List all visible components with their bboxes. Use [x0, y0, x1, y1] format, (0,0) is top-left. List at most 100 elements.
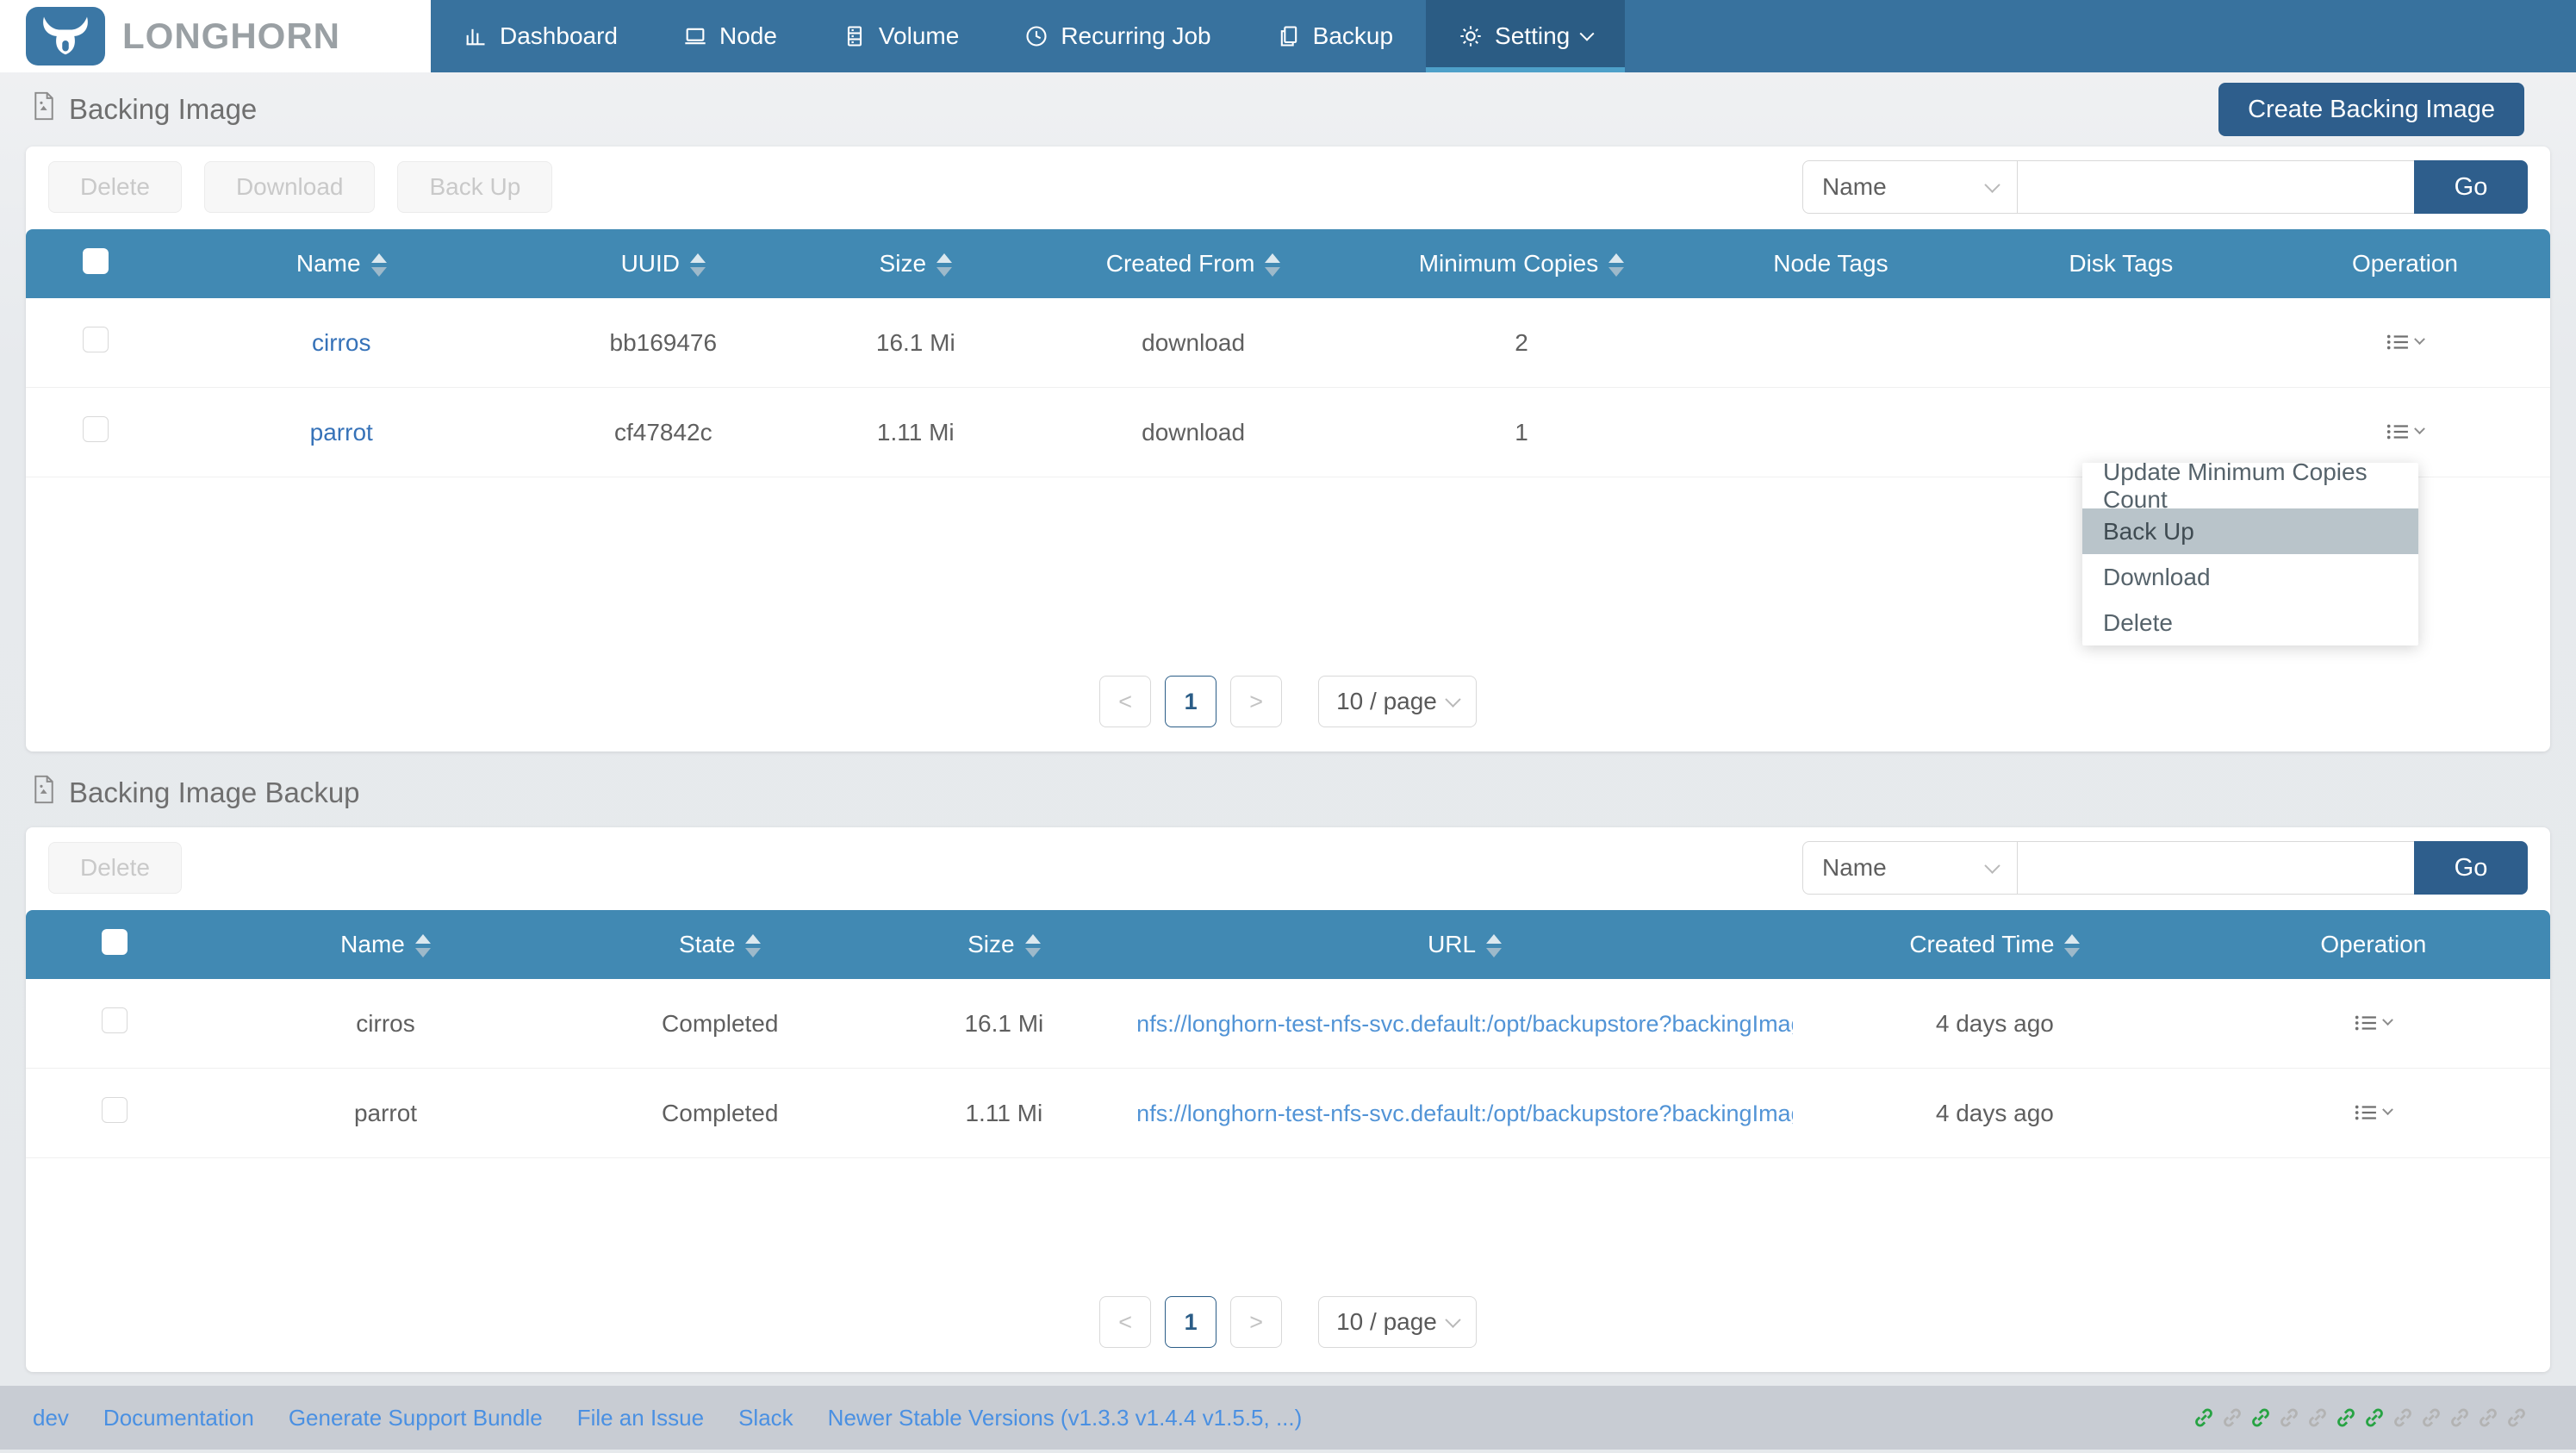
- column-header-state[interactable]: State: [569, 910, 872, 979]
- select-all-checkbox[interactable]: [102, 929, 128, 955]
- nav-item-backup[interactable]: Backup: [1244, 0, 1426, 72]
- footer-link-newer-versions[interactable]: Newer Stable Versions (v1.3.3 v1.4.4 v1.…: [828, 1405, 1303, 1431]
- menu-item-delete[interactable]: Delete: [2082, 600, 2418, 645]
- laptop-icon: [683, 24, 707, 48]
- next-page-button[interactable]: >: [1230, 1296, 1282, 1348]
- column-header-minimum-copies[interactable]: Minimum Copies: [1364, 229, 1679, 298]
- go-button[interactable]: Go: [2414, 841, 2528, 895]
- sort-icon: [2064, 934, 2080, 957]
- menu-item-download[interactable]: Download: [2082, 554, 2418, 600]
- backing-image-backup-table: Name State Size URL Created Time Operati…: [26, 910, 2550, 1158]
- page-size-value: 10 / page: [1336, 688, 1437, 715]
- select-all-checkbox[interactable]: [83, 248, 109, 274]
- column-header-uuid[interactable]: UUID: [518, 229, 808, 298]
- cell-minimum-copies: 1: [1364, 388, 1679, 477]
- chain-link-icon: [2363, 1406, 2386, 1429]
- nav-item-node[interactable]: Node: [650, 0, 810, 72]
- filter-search-input[interactable]: [2018, 841, 2414, 895]
- row-checkbox[interactable]: [83, 327, 109, 352]
- next-page-button[interactable]: >: [1230, 676, 1282, 727]
- menu-item-back-up[interactable]: Back Up: [2082, 508, 2418, 554]
- backing-image-card: Delete Download Back Up Name Go Name UUI…: [26, 147, 2550, 751]
- brand[interactable]: LONGHORN: [0, 0, 431, 72]
- chevron-down-icon: [2383, 1104, 2394, 1115]
- backup-url-link[interactable]: nfs://longhorn-test-nfs-svc.default:/opt…: [1136, 1101, 1793, 1126]
- prev-page-button[interactable]: <: [1099, 1296, 1151, 1348]
- footer-link-support-bundle[interactable]: Generate Support Bundle: [289, 1405, 543, 1431]
- column-header-disk-tags: Disk Tags: [1982, 229, 2260, 298]
- cell-uuid: bb169476: [518, 298, 808, 388]
- menu-item-update-minimum-copies[interactable]: Update Minimum Copies Count: [2082, 463, 2418, 508]
- cell-size: 16.1 Mi: [872, 979, 1137, 1069]
- filter-field-select[interactable]: Name: [1802, 841, 2018, 895]
- chain-link-icon: [2505, 1406, 2528, 1429]
- filter-field-value: Name: [1822, 854, 1887, 882]
- backing-image-name-link[interactable]: parrot: [310, 419, 373, 446]
- chain-link-icon: [2477, 1406, 2499, 1429]
- list-icon: [2355, 1104, 2377, 1121]
- filter-field-select[interactable]: Name: [1802, 160, 2018, 214]
- filter-search-input[interactable]: [2018, 160, 2414, 214]
- chain-link-icon: [2306, 1406, 2329, 1429]
- cell-size: 1.11 Mi: [872, 1069, 1137, 1158]
- longhorn-bull-logo-icon: [26, 7, 105, 65]
- column-header-url[interactable]: URL: [1136, 910, 1793, 979]
- chain-link-icon: [2193, 1406, 2215, 1429]
- row-checkbox[interactable]: [83, 416, 109, 442]
- page-size-select[interactable]: 10 / page: [1318, 1296, 1477, 1348]
- operation-menu-trigger[interactable]: [2386, 423, 2424, 440]
- footer-link-dev[interactable]: dev: [33, 1405, 69, 1431]
- page-title-text: Backing Image: [69, 93, 257, 126]
- file-image-icon: [31, 775, 57, 811]
- nav-item-dashboard[interactable]: Dashboard: [431, 0, 650, 72]
- download-button[interactable]: Download: [204, 161, 376, 213]
- clock-icon: [1024, 24, 1048, 48]
- backup-url-link[interactable]: nfs://longhorn-test-nfs-svc.default:/opt…: [1136, 1011, 1793, 1037]
- row-checkbox[interactable]: [102, 1097, 128, 1123]
- nav-item-volume[interactable]: Volume: [810, 0, 992, 72]
- chain-link-icon: [2448, 1406, 2471, 1429]
- column-header-created-from[interactable]: Created From: [1023, 229, 1364, 298]
- operation-context-menu: Update Minimum Copies Count Back Up Down…: [2082, 463, 2418, 645]
- operation-menu-trigger[interactable]: [2386, 334, 2424, 351]
- current-page-button[interactable]: 1: [1165, 1296, 1216, 1348]
- file-image-icon: [31, 91, 57, 128]
- operation-menu-trigger[interactable]: [2355, 1014, 2392, 1032]
- prev-page-button[interactable]: <: [1099, 676, 1151, 727]
- server-icon: [843, 24, 867, 48]
- nav-item-setting[interactable]: Setting: [1426, 0, 1625, 72]
- chain-link-icon: [2335, 1406, 2357, 1429]
- footer-link-file-issue[interactable]: File an Issue: [577, 1405, 704, 1431]
- column-header-name[interactable]: Name: [202, 910, 569, 979]
- table-header-row: Name State Size URL Created Time Operati…: [26, 910, 2550, 979]
- go-button[interactable]: Go: [2414, 160, 2528, 214]
- column-header-created-time[interactable]: Created Time: [1793, 910, 2197, 979]
- delete-button[interactable]: Delete: [48, 842, 182, 894]
- chain-link-icon: [2278, 1406, 2300, 1429]
- page-size-value: 10 / page: [1336, 1308, 1437, 1336]
- current-page-button[interactable]: 1: [1165, 676, 1216, 727]
- footer: dev Documentation Generate Support Bundl…: [0, 1386, 2576, 1450]
- page-size-select[interactable]: 10 / page: [1318, 676, 1477, 727]
- column-header-name[interactable]: Name: [165, 229, 518, 298]
- operation-menu-trigger[interactable]: [2355, 1104, 2392, 1121]
- cell-created-time: 4 days ago: [1793, 979, 2197, 1069]
- nav-label: Backup: [1313, 22, 1393, 50]
- backup-button[interactable]: Back Up: [397, 161, 552, 213]
- column-header-node-tags: Node Tags: [1679, 229, 1982, 298]
- section-title: Backing Image Backup: [31, 775, 360, 811]
- column-header-size[interactable]: Size: [808, 229, 1023, 298]
- footer-link-slack[interactable]: Slack: [738, 1405, 793, 1431]
- create-backing-image-button[interactable]: Create Backing Image: [2218, 83, 2524, 136]
- cell-name: parrot: [202, 1069, 569, 1158]
- page-title: Backing Image: [31, 91, 257, 128]
- backing-image-name-link[interactable]: cirros: [312, 329, 370, 356]
- footer-link-documentation[interactable]: Documentation: [103, 1405, 254, 1431]
- row-checkbox[interactable]: [102, 1007, 128, 1033]
- column-header-size[interactable]: Size: [872, 910, 1137, 979]
- backing-image-toolbar: Delete Download Back Up Name Go: [26, 147, 2550, 229]
- delete-button[interactable]: Delete: [48, 161, 182, 213]
- backing-image-backup-card: Delete Name Go Name State Size URL Creat…: [26, 827, 2550, 1372]
- nav-item-recurring-job[interactable]: Recurring Job: [992, 0, 1243, 72]
- backup-toolbar: Delete Name Go: [26, 827, 2550, 910]
